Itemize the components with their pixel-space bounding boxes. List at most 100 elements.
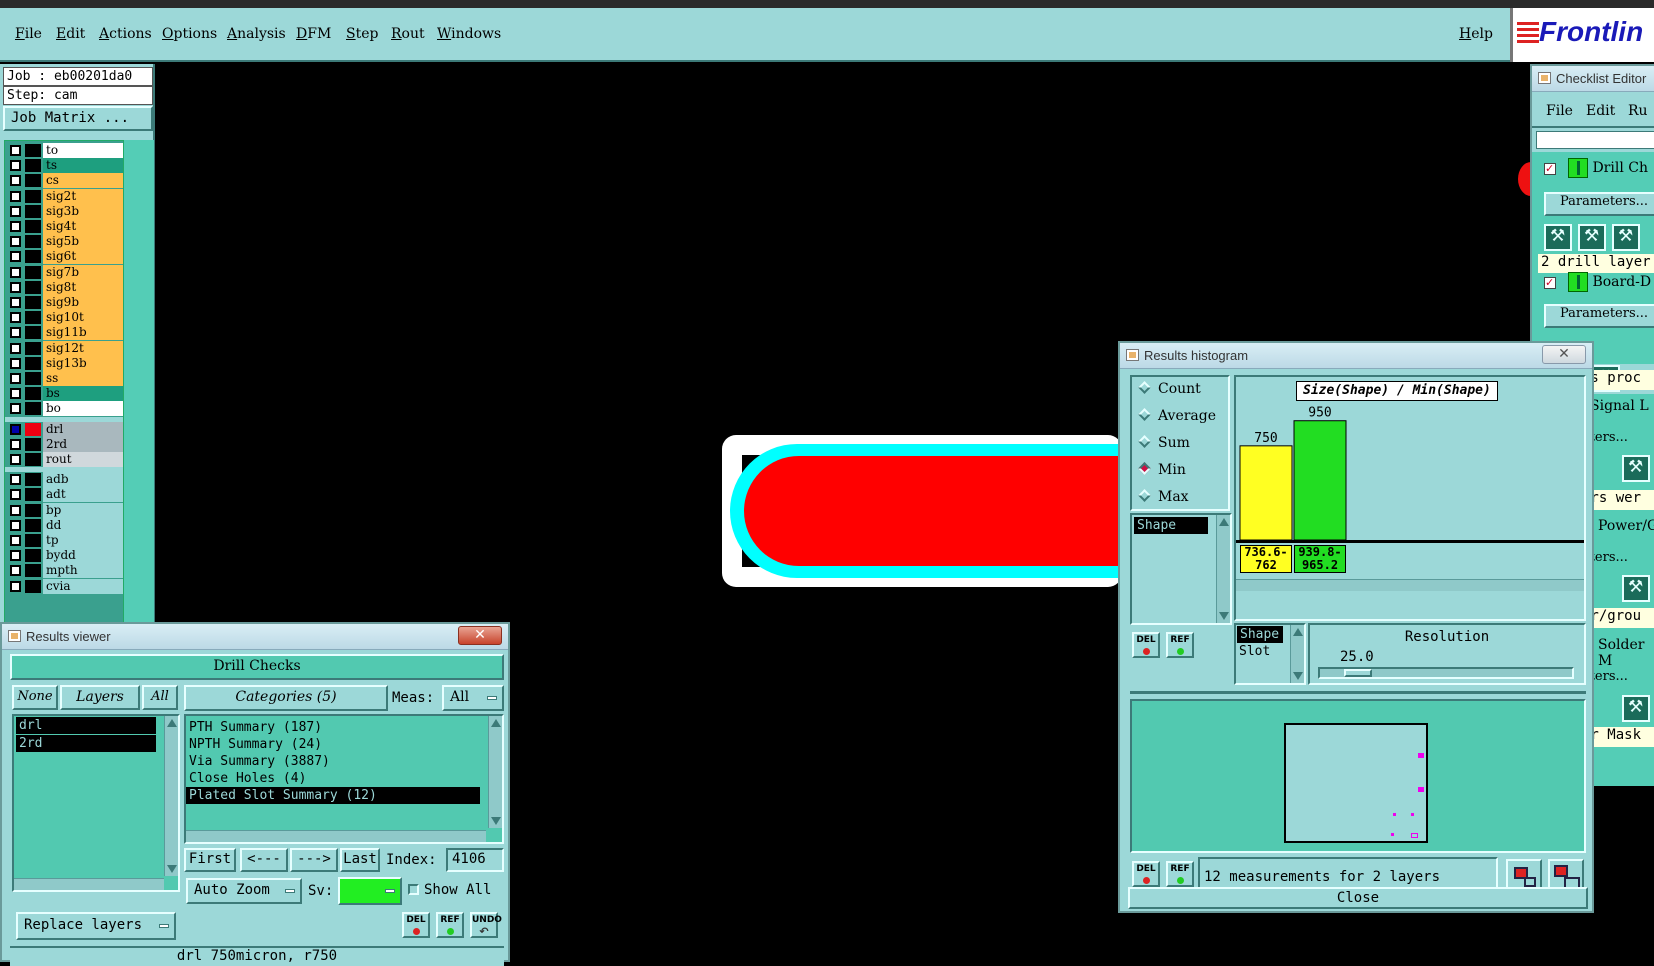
- layer-checkbox[interactable]: [10, 580, 21, 592]
- layer-checkbox[interactable]: [10, 357, 21, 369]
- layer-name[interactable]: tp: [43, 533, 123, 548]
- layers-none-button[interactable]: None: [12, 685, 58, 710]
- histogram-bar[interactable]: [1239, 445, 1293, 541]
- layer-name[interactable]: ss: [43, 371, 123, 386]
- layer-row[interactable]: sig13b: [5, 355, 123, 371]
- layer-color-swatch[interactable]: [25, 326, 41, 340]
- layer-row[interactable]: adt: [5, 487, 123, 503]
- shape-slot-list[interactable]: Shape Slot: [1234, 623, 1306, 685]
- layer-name[interactable]: ts: [43, 158, 123, 174]
- mode-sum-radio[interactable]: Sum: [1138, 435, 1190, 451]
- menu-actions[interactable]: Actions: [99, 26, 152, 42]
- layer-name[interactable]: sig3b: [43, 203, 123, 219]
- layer-list-scroll-area[interactable]: [124, 140, 154, 630]
- layer-name[interactable]: sig5b: [43, 234, 123, 250]
- checkbox-icon[interactable]: ✓: [1544, 277, 1556, 289]
- layer-name[interactable]: drl: [43, 421, 123, 437]
- run-tool-icon[interactable]: [1612, 224, 1640, 251]
- layer-row[interactable]: drl: [5, 421, 123, 437]
- shape-list-scrollbar[interactable]: [1216, 515, 1230, 623]
- layer-color-swatch[interactable]: [25, 250, 41, 264]
- layer-color-swatch[interactable]: [25, 488, 41, 502]
- first-button[interactable]: First: [184, 848, 236, 872]
- layer-row[interactable]: to: [5, 143, 123, 158]
- layer-name[interactable]: sig11b: [43, 325, 123, 341]
- layer-name[interactable]: dd: [43, 517, 123, 533]
- layer-name[interactable]: sig9b: [43, 295, 123, 310]
- run-tool-icon[interactable]: [1622, 695, 1650, 722]
- layer-name[interactable]: bydd: [43, 548, 123, 564]
- category-item[interactable]: Via Summary (3887): [186, 753, 502, 770]
- layer-row[interactable]: sig2t: [5, 188, 123, 204]
- category-item[interactable]: Plated Slot Summary (12): [186, 787, 480, 804]
- layer-color-swatch[interactable]: [25, 174, 41, 188]
- sv-color-select[interactable]: [338, 877, 402, 905]
- category-list-scrollbar[interactable]: [488, 716, 502, 828]
- layer-row[interactable]: rout: [5, 452, 123, 467]
- parameters-button-1[interactable]: Parameters...: [1544, 192, 1654, 216]
- layer-row[interactable]: 2rd: [5, 436, 123, 452]
- layer-name[interactable]: to: [43, 143, 123, 158]
- close-button[interactable]: Close: [1128, 887, 1588, 909]
- categories-button[interactable]: Categories (5): [184, 685, 388, 711]
- layer-row[interactable]: sig5b: [5, 234, 123, 250]
- layer-checkbox[interactable]: [10, 519, 21, 531]
- checklist-menu-file[interactable]: File: [1546, 103, 1573, 119]
- layer-name[interactable]: 2rd: [43, 436, 123, 452]
- del-button[interactable]: DEL: [1132, 861, 1160, 887]
- drill-check-row[interactable]: ✓ Drill Ch: [1532, 158, 1652, 178]
- layer-color-swatch[interactable]: [25, 311, 41, 325]
- ref-button[interactable]: REF: [1166, 861, 1194, 887]
- menu-analysis[interactable]: Analysis: [227, 26, 286, 42]
- layer-row[interactable]: bydd: [5, 548, 123, 564]
- layer-result-item[interactable]: drl: [16, 717, 156, 734]
- layer-name[interactable]: sig12t: [43, 340, 123, 356]
- layer-color-swatch[interactable]: [25, 372, 41, 385]
- layer-row[interactable]: sig3b: [5, 203, 123, 219]
- run-tool-icon[interactable]: [1622, 455, 1650, 482]
- mode-max-radio[interactable]: Max: [1138, 489, 1189, 505]
- layer-name[interactable]: sig8t: [43, 279, 123, 295]
- layer-checkbox[interactable]: [10, 423, 21, 435]
- layer-name[interactable]: sig13b: [43, 355, 123, 371]
- layer-color-swatch[interactable]: [25, 518, 41, 532]
- board-check-row[interactable]: ✓ Board-D: [1532, 272, 1652, 292]
- layer-row[interactable]: cvia: [5, 578, 123, 594]
- replace-layers-select[interactable]: Replace layers: [16, 912, 176, 940]
- layer-row[interactable]: ts: [5, 158, 123, 174]
- layer-name[interactable]: sig6t: [43, 249, 123, 265]
- layer-color-swatch[interactable]: [25, 341, 41, 355]
- layer-checkbox[interactable]: [10, 236, 21, 248]
- layer-name[interactable]: bo: [43, 401, 123, 417]
- layer-color-swatch[interactable]: [25, 235, 41, 249]
- layer-checkbox[interactable]: [10, 281, 21, 293]
- layer-color-swatch[interactable]: [25, 144, 41, 157]
- layer-name[interactable]: rout: [43, 452, 123, 467]
- layer-checkbox[interactable]: [10, 251, 21, 263]
- parameters-button-2[interactable]: Parameters...: [1544, 304, 1654, 328]
- layer-checkbox[interactable]: [10, 175, 21, 187]
- histogram-titlebar[interactable]: Results histogram ✕: [1120, 343, 1592, 369]
- next-button[interactable]: --->: [290, 848, 338, 872]
- category-item[interactable]: Close Holes (4): [186, 770, 502, 787]
- undo-button[interactable]: UNDO ↶: [470, 912, 502, 938]
- layer-checkbox[interactable]: [10, 342, 21, 354]
- category-item[interactable]: NPTH Summary (24): [186, 736, 502, 753]
- mode-count-radio[interactable]: Count: [1138, 381, 1201, 397]
- layer-row[interactable]: adb: [5, 472, 123, 488]
- layer-name[interactable]: sig10t: [43, 310, 123, 326]
- layer-row[interactable]: ss: [5, 371, 123, 386]
- layer-row[interactable]: dd: [5, 517, 123, 533]
- prev-button[interactable]: <---: [240, 848, 288, 872]
- layer-row[interactable]: sig9b: [5, 295, 123, 310]
- menu-step[interactable]: Step: [346, 26, 378, 42]
- layer-color-swatch[interactable]: [25, 453, 41, 466]
- layer-checkbox[interactable]: [10, 565, 21, 577]
- layer-checkbox[interactable]: [10, 190, 21, 202]
- layer-checkbox[interactable]: [10, 312, 21, 324]
- category-item[interactable]: PTH Summary (187): [186, 719, 502, 736]
- layer-color-swatch[interactable]: [25, 402, 41, 416]
- layer-checkbox[interactable]: [10, 373, 21, 384]
- layer-color-swatch[interactable]: [25, 579, 41, 593]
- layer-checkbox[interactable]: [10, 221, 21, 232]
